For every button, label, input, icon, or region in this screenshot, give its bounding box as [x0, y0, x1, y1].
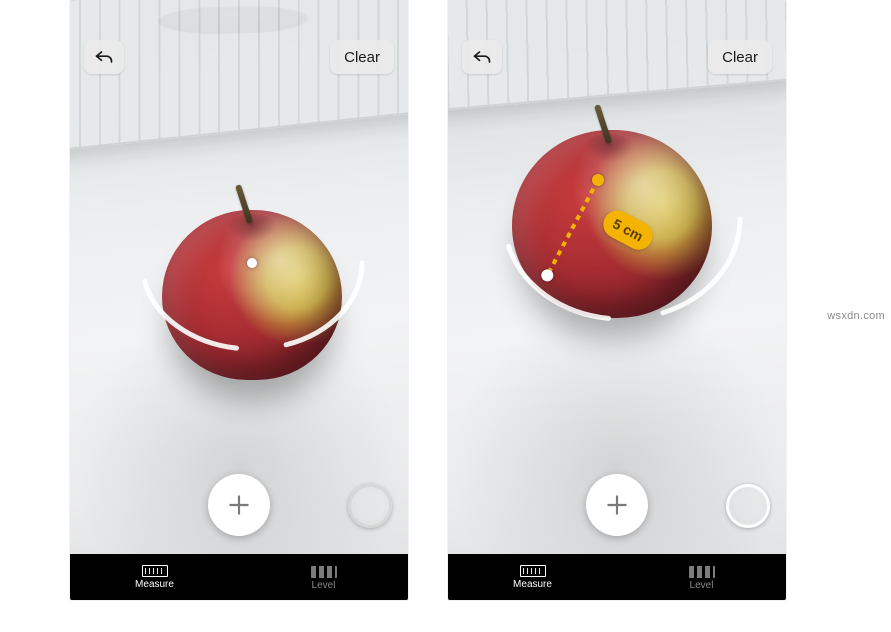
level-icon — [689, 566, 715, 578]
watermark: wsxdn.com — [827, 310, 885, 322]
tab-bar: Measure Level — [448, 554, 786, 600]
clear-button-label: Clear — [344, 49, 380, 66]
tab-measure-label: Measure — [135, 579, 174, 590]
shutter-button[interactable] — [726, 484, 770, 528]
tab-level-label: Level — [690, 580, 714, 591]
level-icon — [311, 566, 337, 578]
clear-button-label: Clear — [722, 49, 758, 66]
tab-measure[interactable]: Measure — [448, 554, 617, 600]
undo-arrow-icon — [472, 48, 492, 66]
clear-button[interactable]: Clear — [330, 40, 394, 74]
undo-button[interactable] — [462, 40, 502, 74]
tab-level[interactable]: Level — [239, 554, 408, 600]
ruler-icon — [142, 565, 168, 577]
tab-measure-label: Measure — [513, 579, 552, 590]
clear-button[interactable]: Clear — [708, 40, 772, 74]
tab-level[interactable]: Level — [617, 554, 786, 600]
apple-object — [162, 210, 342, 380]
undo-arrow-icon — [94, 48, 114, 66]
phone-screenshot-left: Clear Measure Level — [70, 0, 408, 600]
tab-measure[interactable]: Measure — [70, 554, 239, 600]
ruler-icon — [520, 565, 546, 577]
tab-level-label: Level — [312, 580, 336, 591]
shutter-button[interactable] — [348, 484, 392, 528]
screenshot-pair: Clear Measure Level — [0, 0, 891, 632]
phone-screenshot-right: 5 cm Clear Measure Level — [448, 0, 786, 600]
plus-icon — [604, 492, 630, 518]
add-point-button[interactable] — [208, 474, 270, 536]
add-point-button[interactable] — [586, 474, 648, 536]
tab-bar: Measure Level — [70, 554, 408, 600]
undo-button[interactable] — [84, 40, 124, 74]
plus-icon — [226, 492, 252, 518]
